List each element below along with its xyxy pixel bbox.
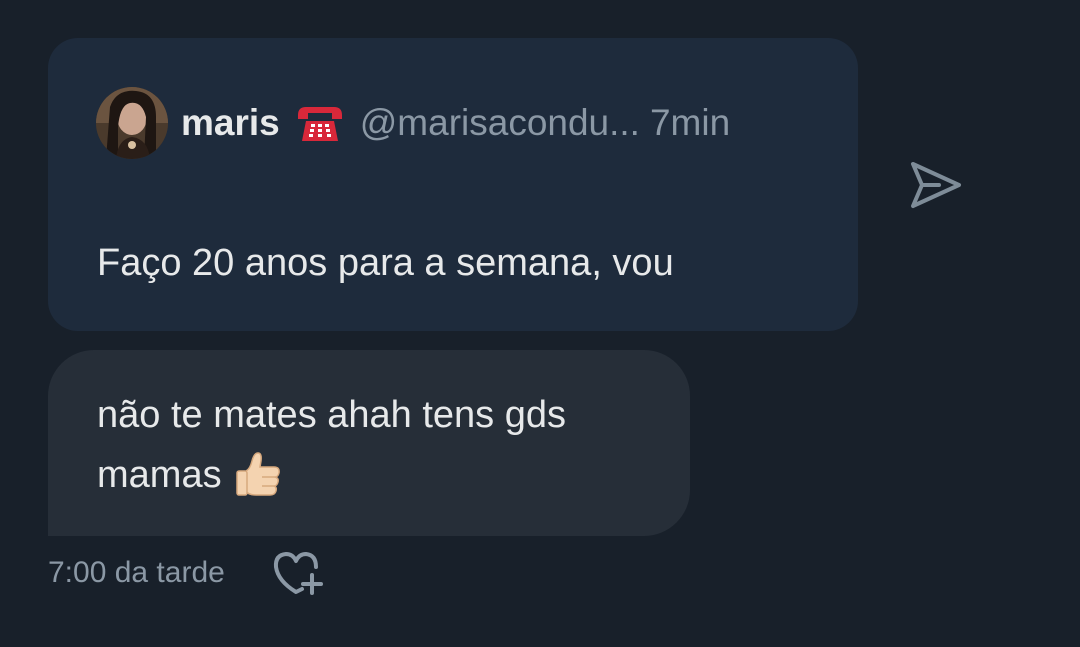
message-text: não te mates ahah tens gds mamas (97, 385, 677, 505)
author-handle[interactable]: @marisacondu... (360, 102, 640, 144)
message-text-line-2: mamas (97, 445, 677, 505)
tweet-author-line: maris @marisacondu... 7min (181, 98, 730, 148)
dm-conversation: maris @marisacondu... 7min Faço 20 anos … (0, 0, 1080, 647)
message-text-line: mamas (97, 454, 222, 496)
message-bubble[interactable]: não te mates ahah tens gds mamas (48, 350, 690, 536)
quoted-tweet-text-line: Faço 20 anos para a semana, vou (97, 242, 674, 284)
heart-plus-icon[interactable] (272, 549, 324, 595)
share-arrow-icon[interactable] (908, 160, 964, 212)
tweet-time: 7min (649, 102, 731, 143)
author-name[interactable]: maris (181, 102, 280, 144)
message-text-line: não te mates ahah tens gds (97, 394, 566, 436)
thumbs-up-emoji-icon (232, 447, 284, 499)
message-timestamp: 7:00 da tarde (48, 556, 225, 589)
avatar[interactable] (96, 87, 168, 159)
quoted-tweet-card[interactable]: maris @marisacondu... 7min Faço 20 anos … (48, 38, 858, 404)
telephone-emoji-icon (294, 103, 346, 143)
